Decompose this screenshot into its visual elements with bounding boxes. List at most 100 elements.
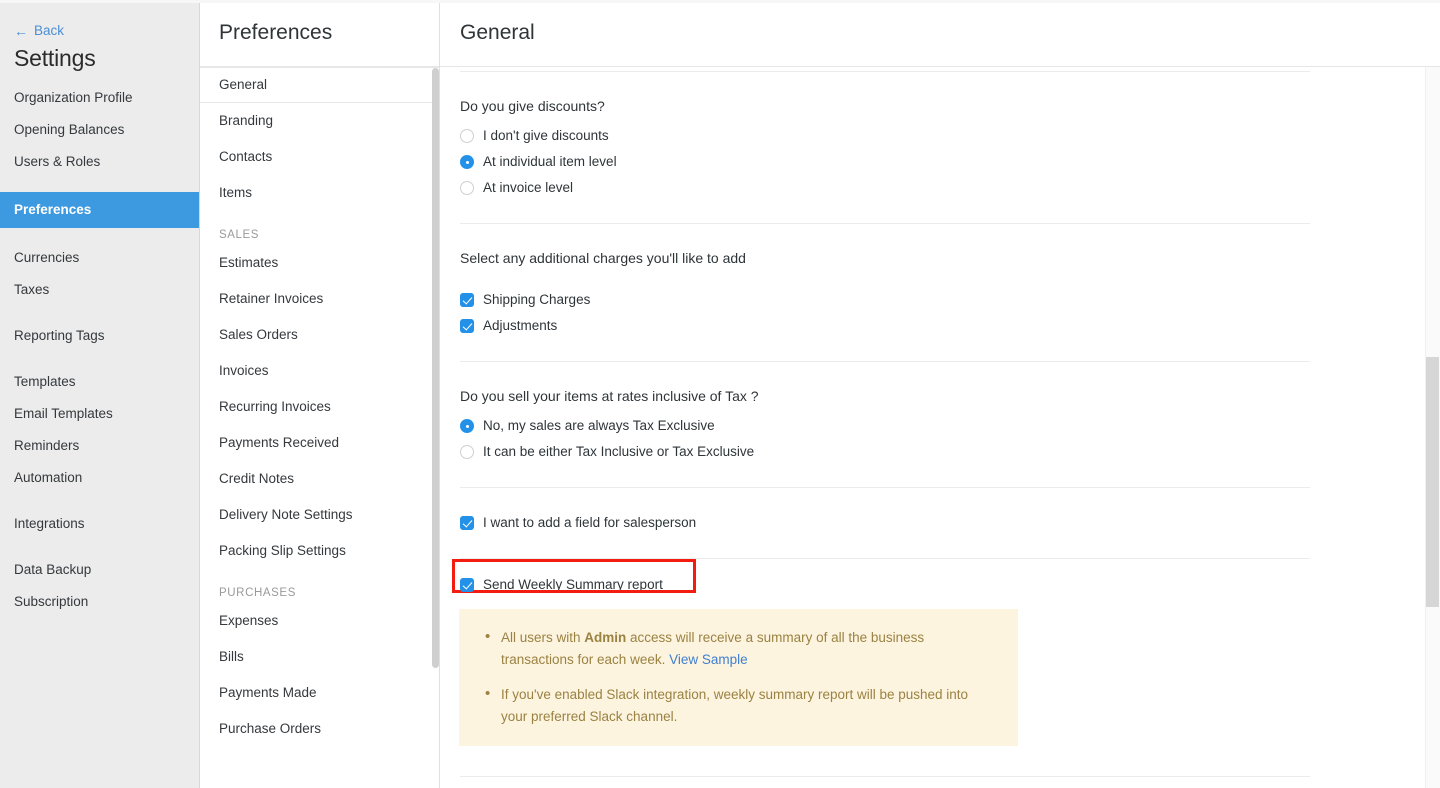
option-label: I don't give discounts xyxy=(483,127,609,145)
radio-invoice-level-discount[interactable]: At invoice level xyxy=(440,175,1440,201)
sidebar-item-opening-balances[interactable]: Opening Balances xyxy=(0,114,199,146)
option-label: Adjustments xyxy=(483,317,557,335)
settings-sidebar: ← Back Settings Organization Profile Ope… xyxy=(0,0,200,788)
pref-item-credit-notes[interactable]: Credit Notes xyxy=(200,461,439,497)
pref-item-estimates[interactable]: Estimates xyxy=(200,245,439,281)
pref-item-sales-orders[interactable]: Sales Orders xyxy=(200,317,439,353)
pref-item-general[interactable]: General xyxy=(200,67,439,103)
sidebar-item-preferences[interactable]: Preferences xyxy=(0,192,199,228)
sidebar-divider xyxy=(0,306,199,320)
checkbox-salesperson-field[interactable]: I want to add a field for salesperson xyxy=(440,510,1440,536)
pref-section-purchases: PURCHASES xyxy=(200,569,439,603)
sidebar-item-email-templates[interactable]: Email Templates xyxy=(0,398,199,430)
checkbox-adjustments[interactable]: Adjustments xyxy=(440,313,1440,339)
preferences-column-header: Preferences xyxy=(200,0,439,67)
sidebar-item-reporting-tags[interactable]: Reporting Tags xyxy=(0,320,199,352)
window-scrollbar-thumb[interactable] xyxy=(1426,357,1439,607)
spacer xyxy=(440,746,1440,776)
checkbox-send-weekly-summary[interactable]: Send Weekly Summary report xyxy=(440,567,1440,603)
pref-section-sales: SALES xyxy=(200,211,439,245)
sidebar-item-organization-profile[interactable]: Organization Profile xyxy=(0,82,199,114)
sidebar-divider xyxy=(0,494,199,508)
sidebar-item-automation[interactable]: Automation xyxy=(0,462,199,494)
checkbox-checked-icon xyxy=(460,319,474,333)
option-label: I want to add a field for salesperson xyxy=(483,514,696,532)
pref-item-delivery-note-settings[interactable]: Delivery Note Settings xyxy=(200,497,439,533)
general-preferences-panel: General Do you give discounts? I don't g… xyxy=(440,0,1440,788)
spacer xyxy=(440,339,1440,361)
radio-icon xyxy=(460,129,474,143)
callout-bullet-2: If you've enabled Slack integration, wee… xyxy=(481,684,994,728)
checkbox-checked-icon xyxy=(460,578,474,592)
divider xyxy=(460,776,1310,777)
tax-inclusive-question: Do you sell your items at rates inclusiv… xyxy=(440,362,1440,413)
sidebar-item-currencies[interactable]: Currencies xyxy=(0,242,199,274)
spacer xyxy=(440,536,1440,558)
main-body: Do you give discounts? I don't give disc… xyxy=(440,71,1440,777)
callout-text-pre: All users with xyxy=(501,630,584,645)
callout-bullet-1: All users with Admin access will receive… xyxy=(481,627,994,671)
sidebar-item-reminders[interactable]: Reminders xyxy=(0,430,199,462)
pref-item-packing-slip-settings[interactable]: Packing Slip Settings xyxy=(200,533,439,569)
sidebar-divider xyxy=(0,228,199,242)
sidebar-divider xyxy=(0,178,199,192)
spacer xyxy=(440,201,1440,223)
preferences-column-scrollbar[interactable] xyxy=(432,68,439,668)
main-title: General xyxy=(460,21,535,45)
sidebar-item-subscription[interactable]: Subscription xyxy=(0,586,199,618)
checkbox-shipping-charges[interactable]: Shipping Charges xyxy=(440,287,1440,313)
back-label: Back xyxy=(34,23,64,38)
pref-item-purchase-orders[interactable]: Purchase Orders xyxy=(200,711,439,747)
page-title: Settings xyxy=(0,38,199,82)
weekly-summary-info-callout: All users with Admin access will receive… xyxy=(459,609,1018,746)
sidebar-divider xyxy=(0,540,199,554)
spacer xyxy=(440,488,1440,510)
weekly-summary-section: Send Weekly Summary report xyxy=(440,559,1440,603)
callout-list: All users with Admin access will receive… xyxy=(481,627,994,728)
option-label: No, my sales are always Tax Exclusive xyxy=(483,417,715,435)
pref-item-payments-made[interactable]: Payments Made xyxy=(200,675,439,711)
pref-item-bills[interactable]: Bills xyxy=(200,639,439,675)
radio-icon xyxy=(460,445,474,459)
sidebar-item-data-backup[interactable]: Data Backup xyxy=(0,554,199,586)
sidebar-item-templates[interactable]: Templates xyxy=(0,366,199,398)
spacer xyxy=(440,465,1440,487)
sidebar-item-integrations[interactable]: Integrations xyxy=(0,508,199,540)
option-label: Shipping Charges xyxy=(483,291,590,309)
discounts-question: Do you give discounts? xyxy=(440,72,1440,123)
pref-item-items[interactable]: Items xyxy=(200,175,439,211)
radio-item-level-discount[interactable]: At individual item level xyxy=(440,149,1440,175)
pref-item-expenses[interactable]: Expenses xyxy=(200,603,439,639)
window-top-strip xyxy=(0,0,1440,3)
pref-item-contacts[interactable]: Contacts xyxy=(200,139,439,175)
arrow-left-icon: ← xyxy=(14,24,28,38)
preferences-column-title: Preferences xyxy=(219,21,332,45)
pref-item-invoices[interactable]: Invoices xyxy=(200,353,439,389)
pref-item-recurring-invoices[interactable]: Recurring Invoices xyxy=(200,389,439,425)
option-label: At invoice level xyxy=(483,179,573,197)
additional-charges-question: Select any additional charges you'll lik… xyxy=(440,224,1440,275)
radio-icon xyxy=(460,181,474,195)
option-label: Send Weekly Summary report xyxy=(483,576,663,594)
window-scrollbar-track[interactable] xyxy=(1425,67,1440,788)
settings-page: ← Back Settings Organization Profile Ope… xyxy=(0,0,1440,788)
checkbox-checked-icon xyxy=(460,293,474,307)
view-sample-link[interactable]: View Sample xyxy=(669,652,748,667)
pref-item-retainer-invoices[interactable]: Retainer Invoices xyxy=(200,281,439,317)
radio-selected-icon xyxy=(460,155,474,169)
main-header: General xyxy=(440,0,1440,67)
preferences-list: General Branding Contacts Items SALES Es… xyxy=(200,67,439,747)
pref-item-payments-received[interactable]: Payments Received xyxy=(200,425,439,461)
radio-selected-icon xyxy=(460,419,474,433)
pref-item-branding[interactable]: Branding xyxy=(200,103,439,139)
radio-tax-either[interactable]: It can be either Tax Inclusive or Tax Ex… xyxy=(440,439,1440,465)
sidebar-item-taxes[interactable]: Taxes xyxy=(0,274,199,306)
checkbox-checked-icon xyxy=(460,516,474,530)
radio-tax-exclusive[interactable]: No, my sales are always Tax Exclusive xyxy=(440,413,1440,439)
radio-no-discounts[interactable]: I don't give discounts xyxy=(440,123,1440,149)
back-link[interactable]: ← Back xyxy=(0,0,199,38)
sidebar-divider xyxy=(0,352,199,366)
option-label: At individual item level xyxy=(483,153,617,171)
spacer xyxy=(440,275,1440,287)
sidebar-item-users-roles[interactable]: Users & Roles xyxy=(0,146,199,178)
